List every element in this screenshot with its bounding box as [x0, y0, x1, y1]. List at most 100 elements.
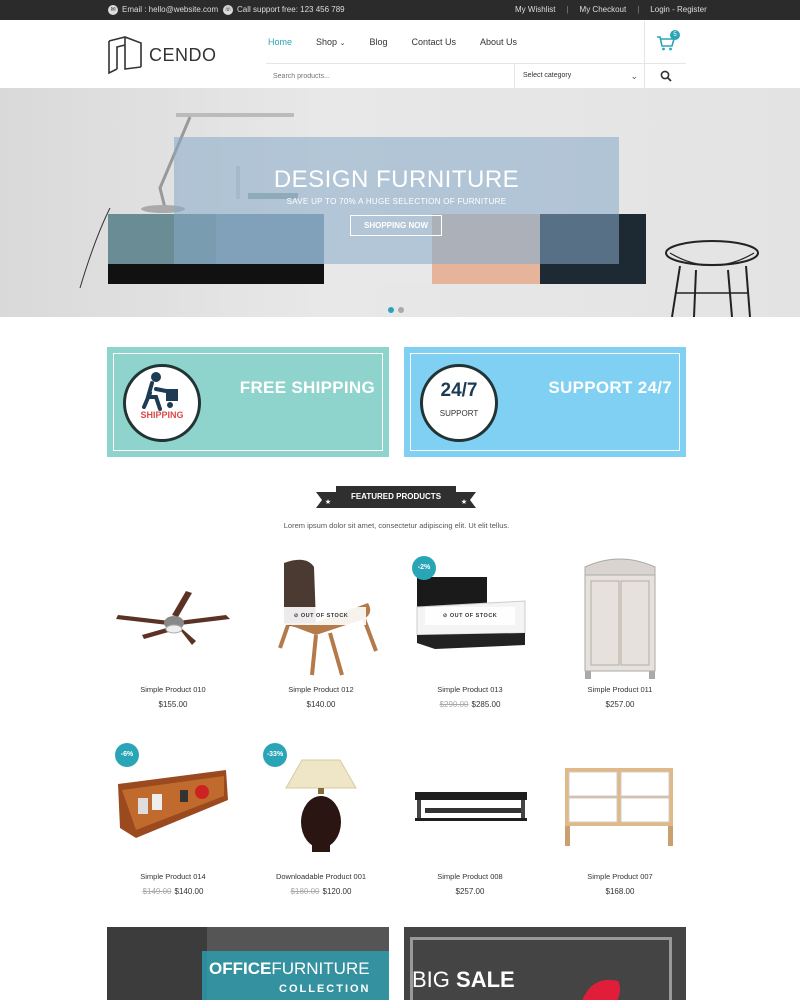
- out-of-stock-label: ⊘ OUT OF STOCK: [425, 607, 515, 625]
- svg-text:★: ★: [325, 498, 331, 506]
- checkout-link[interactable]: My Checkout: [580, 0, 627, 20]
- divider: |: [637, 5, 640, 14]
- delivery-person-icon: [142, 372, 178, 411]
- drawer-cabinet-image: [565, 768, 673, 846]
- product-price: $168.00: [555, 887, 685, 896]
- nav-shop-label: Shop: [316, 37, 338, 47]
- discount-badge: -33%: [263, 743, 287, 767]
- free-shipping-title: FREE SHIPPING: [239, 378, 375, 397]
- search-bar: Select category ⌄: [266, 63, 686, 88]
- slider-dot-active[interactable]: [388, 307, 394, 313]
- phone-contact: ☏ Call support free: 123 456 789: [223, 0, 345, 20]
- product-name[interactable]: Simple Product 011: [555, 685, 685, 694]
- shipping-badge: SHIPPING: [123, 364, 201, 442]
- main-nav: Home Shop ⌄ Blog Contact Us About Us: [268, 36, 541, 50]
- product-price: $140.00: [256, 700, 386, 709]
- product-name[interactable]: Downloadable Product 001: [256, 872, 386, 881]
- nav-about[interactable]: About Us: [480, 36, 517, 50]
- shipping-icon-label: SHIPPING: [140, 410, 184, 420]
- big-sale-banner[interactable]: BIG SALE: [404, 927, 686, 1000]
- cart-button[interactable]: 5: [644, 21, 686, 63]
- divider: |: [566, 5, 569, 14]
- email-contact: ✉ Email : hello@website.com: [108, 0, 218, 20]
- out-of-stock-label: ⊘ OUT OF STOCK: [276, 607, 366, 625]
- big-word: BIG: [412, 967, 450, 992]
- product-price: $257.00: [555, 700, 685, 709]
- search-icon: [660, 70, 672, 82]
- wishlist-link[interactable]: My Wishlist: [515, 0, 555, 20]
- clock-24-7-icon: 24/7: [440, 380, 478, 401]
- phone-text: Call support free: 123 456 789: [237, 5, 345, 14]
- product-name[interactable]: Simple Product 014: [108, 872, 238, 881]
- product-name[interactable]: Simple Product 008: [405, 872, 535, 881]
- top-links: My Wishlist | My Checkout | Login - Regi…: [515, 0, 707, 20]
- chevron-down-icon: ⌄: [630, 71, 638, 81]
- product-name[interactable]: Simple Product 007: [555, 872, 685, 881]
- product-price: $290.00 $285.00: [405, 700, 535, 709]
- big-sale-title: BIG SALE: [412, 967, 515, 993]
- slider-dot[interactable]: [398, 307, 404, 313]
- email-text: Email : hello@website.com: [122, 5, 219, 14]
- support-badge: 24/7 SUPPORT: [420, 364, 498, 442]
- ceiling-fan-image: [116, 591, 230, 645]
- nav-home[interactable]: Home: [268, 36, 292, 50]
- top-bar: ✉ Email : hello@website.com ☏ Call suppo…: [0, 0, 800, 20]
- nav-shop[interactable]: Shop ⌄: [316, 36, 345, 50]
- out-of-stock-text: OUT OF STOCK: [300, 613, 349, 619]
- brand-name: CENDO: [149, 44, 217, 65]
- nav-blog[interactable]: Blog: [369, 36, 387, 50]
- clock-icon: ⊘: [293, 613, 301, 619]
- svg-text:★: ★: [461, 498, 467, 506]
- product-price-old: $149.00: [142, 887, 172, 896]
- product-price-current: $285.00: [471, 700, 501, 709]
- furniture-word: FURNITURE: [271, 959, 370, 978]
- mail-icon: ✉: [108, 5, 118, 15]
- product-price-old: $180.00: [290, 887, 320, 896]
- hero-slider: DESIGN FURNITURE SAVE UP TO 70% A HUGE S…: [0, 88, 800, 317]
- category-select[interactable]: Select category ⌄: [514, 64, 644, 88]
- chevron-down-icon: ⌄: [339, 40, 346, 47]
- product-price-current: $257.00: [605, 700, 635, 709]
- wardrobe-image: [584, 558, 656, 679]
- product-price: $180.00 $120.00: [256, 887, 386, 896]
- discount-badge: -6%: [115, 743, 139, 767]
- support-title: SUPPORT 24/7: [548, 378, 672, 397]
- product-price-current: $120.00: [322, 887, 352, 896]
- office-furniture-banner[interactable]: OFFICEFURNITURE COLLECTION: [107, 927, 389, 1000]
- sale-word: SALE: [456, 967, 515, 992]
- hero-subtitle: SAVE UP TO 70% A HUGE SELECTION OF FURNI…: [286, 197, 507, 206]
- search-input[interactable]: [266, 64, 514, 88]
- search-button[interactable]: [644, 64, 686, 88]
- discount-badge: -2%: [412, 556, 436, 580]
- login-register-link[interactable]: Login - Register: [650, 0, 706, 20]
- phone-icon: ☏: [223, 5, 233, 15]
- product-price-current: $155.00: [158, 700, 188, 709]
- office-word: OFFICE: [209, 959, 272, 978]
- featured-description: Lorem ipsum dolor sit amet, consectetur …: [283, 521, 510, 530]
- office-furniture-title: OFFICEFURNITURE: [209, 959, 370, 979]
- shopping-now-button[interactable]: SHOPPING NOW: [350, 215, 442, 236]
- support-icon-label: SUPPORT: [439, 409, 479, 418]
- product-price-current: $168.00: [605, 887, 635, 896]
- product-price: $149.00 $140.00: [108, 887, 238, 896]
- product-price-current: $257.00: [455, 887, 485, 896]
- product-name[interactable]: Simple Product 013: [405, 685, 535, 694]
- nav-contact[interactable]: Contact Us: [411, 36, 456, 50]
- red-chair-image: [582, 980, 620, 1000]
- product-price-old: $290.00: [439, 700, 469, 709]
- product-price: $155.00: [108, 700, 238, 709]
- support-banner[interactable]: 24/7 SUPPORT SUPPORT 24/7: [404, 347, 686, 457]
- collection-word: COLLECTION: [279, 983, 371, 995]
- product-name[interactable]: Simple Product 010: [108, 685, 238, 694]
- logo-mark-icon: [108, 36, 142, 75]
- product-price: $257.00: [405, 887, 535, 896]
- clock-icon: ⊘: [442, 613, 450, 619]
- featured-products-title: FEATURED PRODUCTS: [336, 486, 456, 508]
- cart-count-badge: 5: [670, 30, 680, 40]
- free-shipping-banner[interactable]: SHIPPING FREE SHIPPING: [107, 347, 389, 457]
- site-logo[interactable]: CENDO: [107, 35, 217, 75]
- out-of-stock-text: OUT OF STOCK: [449, 613, 498, 619]
- hero-title: DESIGN FURNITURE: [273, 166, 520, 193]
- banner-background: [107, 927, 207, 1000]
- product-name[interactable]: Simple Product 012: [256, 685, 386, 694]
